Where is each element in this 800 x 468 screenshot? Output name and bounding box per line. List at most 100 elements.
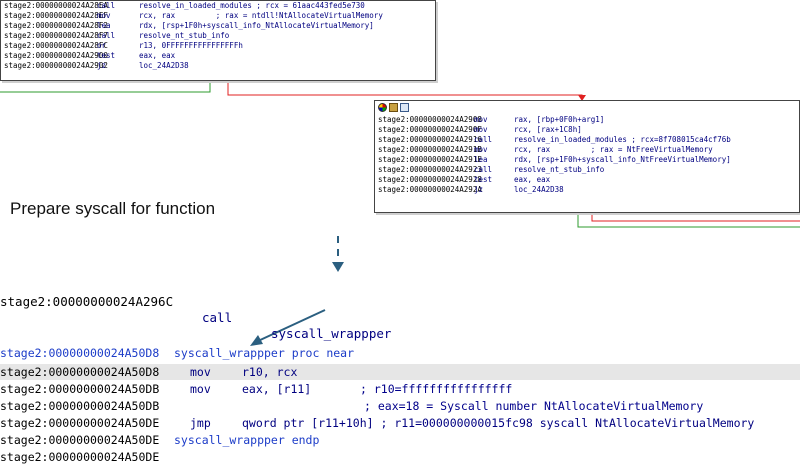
code-line[interactable]: stage2:00000000024A28F7 call resolve_nt_st… xyxy=(1,31,435,41)
line-address: stage2:00000000024A50DB xyxy=(0,382,160,396)
code-line[interactable]: stage2:00000000024A28F2 lea rdx, [rsp+1F0h… xyxy=(1,21,435,31)
line-address: stage2:00000000024A50DE xyxy=(0,416,160,430)
line-address: stage2:00000000024A2928 xyxy=(378,175,482,184)
listing-line[interactable]: stage2:00000000024A50DB mov eax, [r11] ; r1… xyxy=(0,381,800,397)
line-operands: eax, eax xyxy=(514,175,551,184)
line-mnemonic: mov xyxy=(97,11,111,20)
code-line[interactable]: stage2:00000000024A2916 call resolve_in_lo… xyxy=(375,135,799,145)
line-address: stage2:00000000024A50DE xyxy=(0,450,160,464)
line-address: stage2:00000000024A2916 xyxy=(378,135,482,144)
code-line[interactable]: stage2:00000000024A2900 test eax, eax xyxy=(1,51,435,61)
line-address: stage2:00000000024A50DB xyxy=(0,399,160,413)
line-operands: qword ptr [r11+10h] ; r11=000000000015fc… xyxy=(242,416,755,430)
call-address: stage2:00000000024A296C xyxy=(0,294,174,309)
code-line[interactable]: stage2:00000000024A2902 jz loc_24A2D38 xyxy=(1,61,435,71)
red-edge-second xyxy=(591,213,800,222)
proc-label[interactable]: syscall_wrappper proc near xyxy=(174,345,354,361)
line-address: stage2:00000000024A50D8 xyxy=(0,365,160,379)
line-address: stage2:00000000024A2900 xyxy=(4,51,108,60)
line-address: stage2:00000000024A2923 xyxy=(378,165,482,174)
listing-line[interactable]: stage2:00000000024A50DE jmp qword ptr [r11… xyxy=(0,415,800,431)
green-edge-top xyxy=(0,81,211,93)
line-operands: eax, [r11] xyxy=(242,382,312,396)
dashed-arrow-head xyxy=(332,262,344,272)
line-operands: rcx, [rax+1C8h] xyxy=(514,125,582,134)
top-code-block[interactable]: stage2:00000000024A28EA call resolve_in_lo… xyxy=(0,0,436,81)
line-mnemonic: call xyxy=(474,135,493,144)
listing-line[interactable]: stage2:00000000024A50DB ; eax=18 = Syscal… xyxy=(0,398,800,414)
line-address: stage2:00000000024A28EA xyxy=(4,1,108,10)
line-operands: r13, 0FFFFFFFFFFFFFFFFh xyxy=(139,41,243,50)
line-mnemonic: test xyxy=(474,175,493,184)
line-mnemonic: mov xyxy=(474,125,488,134)
line-address: stage2:00000000024A292A xyxy=(378,185,482,194)
line-address: stage2:00000000024A290F xyxy=(378,125,482,134)
line-operands: resolve_in_loaded_modules ; rcx = 61aac4… xyxy=(139,1,365,10)
line-operands: rcx, rax ; rax = NtFreeVirtualMemory xyxy=(514,145,713,154)
line-operands: rcx, rax ; rax = ntdll!NtAllocateVirtual… xyxy=(139,11,383,20)
code-line[interactable]: stage2:00000000024A2928 test eax, eax xyxy=(375,175,799,185)
code-line[interactable]: stage2:00000000024A28EA call resolve_in_lo… xyxy=(1,1,435,11)
line-mnemonic: call xyxy=(97,31,116,40)
line-address: stage2:00000000024A28FC xyxy=(4,41,108,50)
code-line[interactable]: stage2:00000000024A28FC or r13, 0FFFFFFFFF… xyxy=(1,41,435,51)
proc-end-line[interactable]: stage2:00000000024A50DE syscall_wrappper … xyxy=(0,432,800,448)
line-operands: rax, [rbp+0F0h+arg1] xyxy=(514,115,605,124)
line-mnemonic: test xyxy=(97,51,116,60)
second-code-block[interactable]: stage2:00000000024A2908 mov rax, [rbp+0F0h… xyxy=(374,100,800,213)
line-comment: ; eax=18 = Syscall number NtAllocateVirt… xyxy=(364,399,704,413)
edit-icon[interactable] xyxy=(389,103,398,112)
call-target[interactable]: syscall_wrappper xyxy=(271,326,391,342)
line-mnemonic: call xyxy=(97,1,116,10)
line-mnemonic: call xyxy=(474,165,493,174)
line-comment: ; r10=ffffffffffffffff xyxy=(360,382,513,396)
line-address: stage2:00000000024A2902 xyxy=(4,61,108,70)
line-address: stage2:00000000024A28EF xyxy=(4,11,108,20)
call-line[interactable]: stage2:00000000024A296C call syscall_wra… xyxy=(0,278,800,341)
line-address: stage2:00000000024A50D8 xyxy=(0,346,160,360)
line-mnemonic: mov xyxy=(190,382,211,396)
line-mnemonic: lea xyxy=(97,21,111,30)
code-line[interactable]: stage2:00000000024A2923 call resolve_nt_st… xyxy=(375,165,799,175)
line-operands: rdx, [rsp+1F0h+syscall_info_NtAllocateVi… xyxy=(139,21,374,30)
proc-start-line[interactable]: stage2:00000000024A50D8 syscall_wrappper … xyxy=(0,345,800,361)
line-operands: loc_24A2D38 xyxy=(139,61,189,70)
line-operands: r10, rcx xyxy=(242,365,298,379)
line-address: stage2:00000000024A291B xyxy=(378,145,482,154)
group-icon[interactable] xyxy=(400,103,409,112)
line-operands: resolve_nt_stub_info xyxy=(514,165,605,174)
caption-text: Prepare syscall for function xyxy=(10,199,216,218)
line-mnemonic: mov xyxy=(474,145,488,154)
line-address: stage2:00000000024A2908 xyxy=(378,115,482,124)
line-mnemonic: jz xyxy=(97,61,107,70)
line-operands: eax, eax xyxy=(139,51,176,60)
line-mnemonic: mov xyxy=(474,115,488,124)
line-mnemonic: mov xyxy=(190,365,211,379)
line-mnemonic: lea xyxy=(474,155,488,164)
code-line[interactable]: stage2:00000000024A28EF mov rcx, rax ; rax… xyxy=(1,11,435,21)
line-operands: resolve_in_loaded_modules ; rcx=8f708015… xyxy=(514,135,731,144)
line-address: stage2:00000000024A291E xyxy=(378,155,482,164)
line-mnemonic: or xyxy=(97,41,107,50)
line-address: stage2:00000000024A28F2 xyxy=(4,21,108,30)
line-operands: rdx, [rsp+1F0h+syscall_info_NtFreeVirtua… xyxy=(514,155,731,164)
line-address: stage2:00000000024A28F7 xyxy=(4,31,108,40)
listing-line[interactable]: stage2:00000000024A50D8 mov r10, rcx xyxy=(0,364,800,380)
proc-label[interactable]: syscall_wrappper endp xyxy=(174,432,319,448)
color-icon[interactable] xyxy=(378,103,387,112)
line-address: stage2:00000000024A50DE xyxy=(0,433,160,447)
code-line[interactable]: stage2:00000000024A291E lea rdx, [rsp+1F0h… xyxy=(375,155,799,165)
listing-line[interactable]: stage2:00000000024A50DE xyxy=(0,449,800,465)
line-mnemonic: jmp xyxy=(190,416,211,430)
green-edge-second xyxy=(577,213,800,228)
line-operands: loc_24A2D38 xyxy=(514,185,564,194)
code-line[interactable]: stage2:00000000024A291B mov rcx, rax ; rax… xyxy=(375,145,799,155)
line-mnemonic: jz xyxy=(474,185,484,194)
red-edge-top xyxy=(227,81,583,100)
code-line[interactable]: stage2:00000000024A2908 mov rax, [rbp+0F0h… xyxy=(375,115,799,125)
code-line[interactable]: stage2:00000000024A292A jz loc_24A2D38 xyxy=(375,185,799,195)
line-operands: resolve_nt_stub_info xyxy=(139,31,230,40)
call-mnemonic: call xyxy=(202,310,233,325)
block-toolbar xyxy=(375,101,799,115)
code-line[interactable]: stage2:00000000024A290F mov rcx, [rax+1C8h… xyxy=(375,125,799,135)
